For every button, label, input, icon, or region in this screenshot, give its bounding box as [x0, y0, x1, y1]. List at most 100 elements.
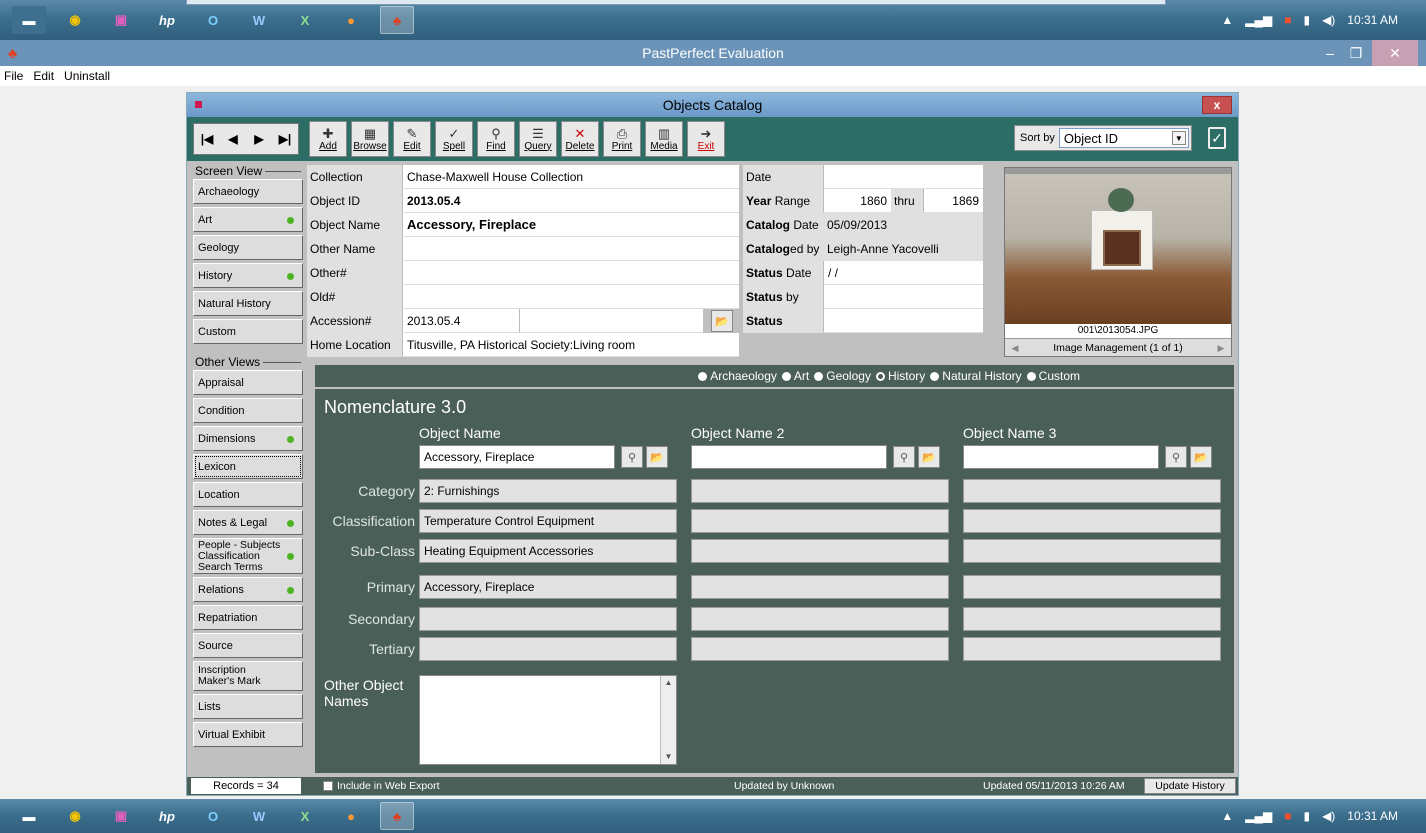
- chrome-icon[interactable]: ◉: [58, 802, 92, 830]
- sidebar-item-natural-history[interactable]: Natural History: [193, 291, 303, 316]
- previous-record-button[interactable]: ◀: [220, 124, 246, 154]
- scroll-down-icon[interactable]: ▼: [661, 750, 676, 764]
- object-name-input[interactable]: Accessory, Fireplace: [419, 445, 615, 469]
- binoculars-icon[interactable]: ⚲: [621, 446, 643, 468]
- object-id-field[interactable]: 2013.05.4: [402, 189, 739, 213]
- accession-extra-field[interactable]: [519, 309, 703, 333]
- chevron-down-icon[interactable]: ▼: [1171, 131, 1186, 145]
- find-button[interactable]: ⚲ Find: [477, 121, 515, 157]
- media-button[interactable]: ▥ Media: [645, 121, 683, 157]
- query-button[interactable]: ☰ Query: [519, 121, 557, 157]
- signal-icon[interactable]: ▂▄▆: [1245, 809, 1272, 823]
- home-location-field[interactable]: Titusville, PA Historical Society:Living…: [402, 333, 739, 357]
- sub-class-2-field[interactable]: [691, 539, 949, 563]
- sidebar-item-appraisal[interactable]: Appraisal: [193, 370, 303, 395]
- file-explorer-icon[interactable]: ▬: [12, 6, 46, 34]
- clipboard-check-icon[interactable]: ✓: [1208, 127, 1226, 149]
- hp-icon[interactable]: hp: [150, 802, 184, 830]
- sidebar-item-condition[interactable]: Condition: [193, 398, 303, 423]
- status-date-field[interactable]: / /: [823, 261, 983, 285]
- remote-desktop-icon[interactable]: ▣: [104, 802, 138, 830]
- edit-button[interactable]: ✎ Edit: [393, 121, 431, 157]
- pastperfect-taskbar-icon[interactable]: ♣: [380, 802, 414, 830]
- collection-field[interactable]: Chase-Maxwell House Collection: [402, 165, 739, 189]
- menu-uninstall[interactable]: Uninstall: [64, 69, 110, 83]
- last-record-button[interactable]: ▶|: [272, 124, 298, 154]
- object-photo[interactable]: [1005, 168, 1231, 324]
- word-icon[interactable]: W: [242, 6, 276, 34]
- first-record-button[interactable]: |◀: [194, 124, 220, 154]
- folder-icon[interactable]: 📂: [646, 446, 668, 468]
- sub-class-field[interactable]: Heating Equipment Accessories: [419, 539, 677, 563]
- year-to-field[interactable]: 1869: [923, 189, 983, 213]
- cataloged-by-field[interactable]: Leigh-Anne Yacovelli: [823, 237, 983, 261]
- image-management-button[interactable]: ◀ Image Management (1 of 1) ▶: [1005, 338, 1231, 356]
- delete-button[interactable]: ✕ Delete: [561, 121, 599, 157]
- sidebar-item-lists[interactable]: Lists: [193, 694, 303, 719]
- remote-desktop-icon[interactable]: ▣: [104, 6, 138, 34]
- firefox-icon[interactable]: ●: [334, 802, 368, 830]
- add-button[interactable]: ✚ Add: [309, 121, 347, 157]
- battery-icon[interactable]: ▮: [1303, 809, 1310, 823]
- sidebar-item-archaeology[interactable]: Archaeology: [193, 179, 303, 204]
- tertiary-2-field[interactable]: [691, 637, 949, 661]
- file-explorer-icon[interactable]: ▬: [12, 802, 46, 830]
- window-close-button[interactable]: x: [1202, 96, 1232, 114]
- security-icon[interactable]: ■: [1284, 809, 1291, 823]
- accession-field[interactable]: 2013.05.4: [402, 309, 519, 333]
- radio-history[interactable]: History: [875, 369, 925, 383]
- category-field[interactable]: 2: Furnishings: [419, 479, 677, 503]
- clock[interactable]: 10:31 AM: [1347, 809, 1398, 823]
- hp-icon[interactable]: hp: [150, 6, 184, 34]
- battery-icon[interactable]: ▮: [1303, 13, 1310, 27]
- minimize-icon[interactable]: –: [1320, 40, 1340, 66]
- sidebar-item-art[interactable]: Art: [193, 207, 303, 232]
- volume-icon[interactable]: ◀): [1322, 13, 1335, 27]
- sidebar-item-virtual-exhibit[interactable]: Virtual Exhibit: [193, 722, 303, 747]
- chrome-icon[interactable]: ◉: [58, 6, 92, 34]
- radio-natural-history[interactable]: Natural History: [930, 369, 1022, 383]
- memo-scrollbar[interactable]: ▲ ▼: [660, 676, 676, 764]
- sidebar-item-geology[interactable]: Geology: [193, 235, 303, 260]
- sidebar-item-custom[interactable]: Custom: [193, 319, 303, 344]
- classification-3-field[interactable]: [963, 509, 1221, 533]
- object-name-2-input[interactable]: [691, 445, 887, 469]
- prev-image-icon[interactable]: ◀: [1009, 341, 1021, 355]
- clock[interactable]: 10:31 AM: [1347, 13, 1398, 27]
- close-icon[interactable]: ✕: [1372, 40, 1418, 66]
- binoculars-icon[interactable]: ⚲: [1165, 446, 1187, 468]
- scroll-up-icon[interactable]: ▲: [661, 676, 676, 690]
- secondary-2-field[interactable]: [691, 607, 949, 631]
- print-button[interactable]: ⎙ Print: [603, 121, 641, 157]
- sidebar-item-relations[interactable]: Relations: [193, 577, 303, 602]
- radio-custom[interactable]: Custom: [1026, 369, 1080, 383]
- signal-icon[interactable]: ▂▄▆: [1245, 13, 1272, 27]
- tray-up-arrow-icon[interactable]: ▲: [1221, 809, 1233, 823]
- firefox-icon[interactable]: ●: [334, 6, 368, 34]
- catalog-date-field[interactable]: 05/09/2013: [823, 213, 983, 237]
- sidebar-item-notes-legal[interactable]: Notes & Legal: [193, 510, 303, 535]
- classification-field[interactable]: Temperature Control Equipment: [419, 509, 677, 533]
- primary-3-field[interactable]: [963, 575, 1221, 599]
- menu-edit[interactable]: Edit: [33, 69, 54, 83]
- sort-by-select[interactable]: Object ID ▼: [1058, 128, 1189, 148]
- outlook-icon[interactable]: O: [196, 6, 230, 34]
- sub-class-3-field[interactable]: [963, 539, 1221, 563]
- next-record-button[interactable]: ▶: [246, 124, 272, 154]
- menu-file[interactable]: File: [4, 69, 23, 83]
- outlook-icon[interactable]: O: [196, 802, 230, 830]
- year-from-field[interactable]: 1860: [823, 189, 891, 213]
- status-by-field[interactable]: [823, 285, 983, 309]
- sidebar-item-location[interactable]: Location: [193, 482, 303, 507]
- object-name-3-input[interactable]: [963, 445, 1159, 469]
- excel-icon[interactable]: X: [288, 6, 322, 34]
- folder-icon[interactable]: 📂: [711, 310, 733, 332]
- date-field[interactable]: [823, 165, 983, 189]
- pastperfect-taskbar-icon[interactable]: ♣: [380, 6, 414, 34]
- binoculars-icon[interactable]: ⚲: [893, 446, 915, 468]
- classification-2-field[interactable]: [691, 509, 949, 533]
- other-object-names-textarea[interactable]: ▲ ▼: [419, 675, 677, 765]
- excel-icon[interactable]: X: [288, 802, 322, 830]
- word-icon[interactable]: W: [242, 802, 276, 830]
- next-image-icon[interactable]: ▶: [1215, 341, 1227, 355]
